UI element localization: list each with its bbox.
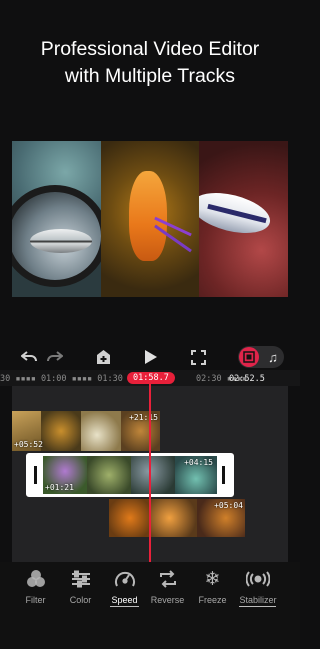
undo-button[interactable] bbox=[18, 344, 40, 370]
play-button[interactable] bbox=[140, 344, 162, 370]
add-clip-button[interactable] bbox=[93, 344, 113, 370]
bottom-toolbar: Filter Color Speed Reverse ❄ Freeze Stab… bbox=[0, 562, 300, 649]
filter-label: Filter bbox=[25, 595, 46, 605]
track-2-clip-selected[interactable]: +01:21 +04:15 bbox=[26, 453, 234, 497]
track-2-end-time: +04:15 bbox=[184, 458, 213, 467]
playhead-time-badge[interactable]: 01:58.7 bbox=[127, 372, 175, 384]
film-icon[interactable] bbox=[239, 347, 259, 367]
track-3-end-time: +05:04 bbox=[214, 501, 243, 510]
speed-tool[interactable]: Speed bbox=[102, 568, 147, 605]
headline-line-2: with Multiple Tracks bbox=[64, 65, 236, 87]
stabilizer-underline bbox=[239, 606, 276, 607]
playhead-line[interactable] bbox=[149, 384, 151, 562]
headline-line-1: Professional Video Editor bbox=[40, 38, 260, 60]
ruler-total-duration: 02:52.5 bbox=[229, 374, 265, 384]
reverse-label: Reverse bbox=[150, 595, 185, 605]
snowflake-icon: ❄ bbox=[204, 568, 221, 590]
stabilizer-tool[interactable]: Stabilizer bbox=[234, 568, 282, 605]
speed-selected-underline bbox=[110, 606, 139, 607]
stabilizer-icon bbox=[234, 568, 282, 590]
redo-button[interactable] bbox=[44, 344, 66, 370]
sliders-icon bbox=[58, 568, 103, 590]
color-tool[interactable]: Color bbox=[58, 568, 103, 605]
freeze-label: Freeze bbox=[198, 595, 227, 605]
music-note-icon[interactable]: ♫ bbox=[263, 347, 283, 367]
editor-toolbar: ♫ bbox=[0, 344, 300, 370]
track-2-start-time: +01:21 bbox=[45, 483, 74, 492]
preview-clip-nudibranch bbox=[199, 141, 288, 297]
fullscreen-icon bbox=[190, 349, 206, 365]
preview-clip-shrimp bbox=[101, 141, 199, 297]
speedometer-icon bbox=[102, 568, 147, 590]
play-icon bbox=[145, 350, 157, 364]
preview-clip-mirror-fish bbox=[12, 141, 101, 297]
stabilizer-label: Stabilizer bbox=[239, 595, 277, 605]
reverse-tool[interactable]: Reverse bbox=[145, 568, 190, 605]
left-trim-handle[interactable] bbox=[29, 456, 43, 494]
fullscreen-button[interactable] bbox=[187, 344, 209, 370]
track-1-clip[interactable]: +05:52 +21:15 bbox=[12, 411, 160, 451]
track-3-clip[interactable]: +05:04 bbox=[109, 499, 245, 537]
redo-icon bbox=[47, 351, 63, 362]
filter-circles-icon bbox=[13, 568, 58, 590]
color-label: Color bbox=[69, 595, 92, 605]
undo-icon bbox=[21, 351, 37, 362]
right-trim-handle[interactable] bbox=[217, 456, 231, 494]
freeze-tool[interactable]: ❄ Freeze bbox=[190, 568, 235, 606]
reverse-icon bbox=[145, 568, 190, 590]
video-preview[interactable] bbox=[12, 141, 288, 297]
track-1-start-time: +05:52 bbox=[14, 440, 43, 449]
speed-label: Speed bbox=[111, 595, 138, 605]
track-1-end-time: +21:15 bbox=[129, 413, 158, 422]
ruler-marks-left: 30 ▪▪▪▪ 01:00 ▪▪▪▪ 01:30 bbox=[0, 374, 123, 384]
add-clip-icon bbox=[96, 350, 110, 364]
filter-tool[interactable]: Filter bbox=[13, 568, 58, 605]
video-audio-toggle[interactable]: ♫ bbox=[238, 346, 284, 368]
